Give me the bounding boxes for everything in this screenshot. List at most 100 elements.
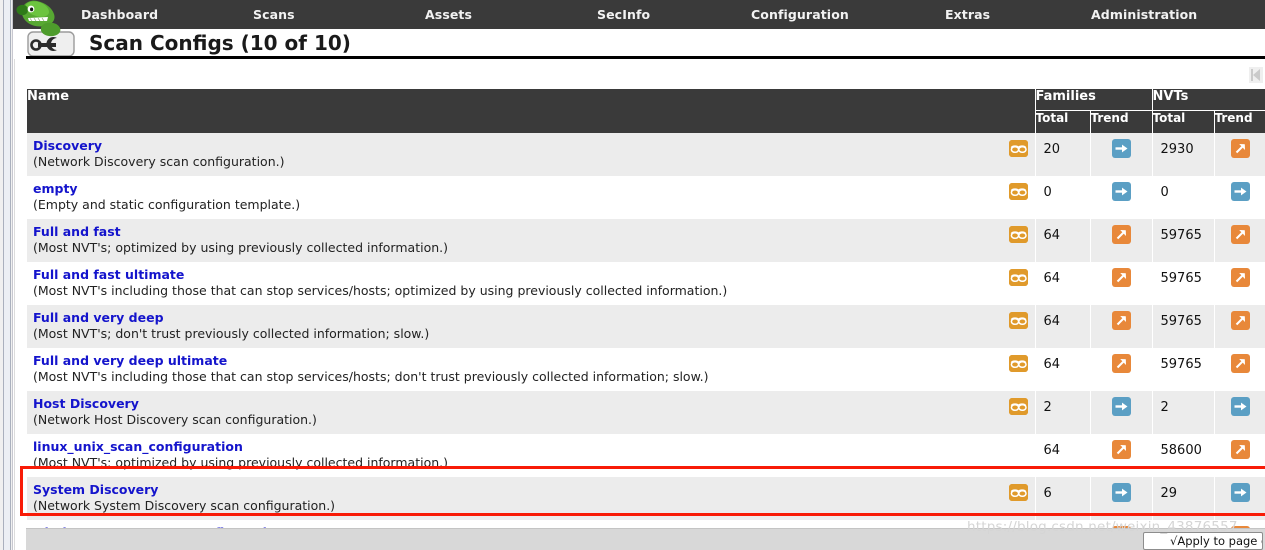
cell-nvts-total: 59765 bbox=[1152, 305, 1215, 348]
trend-up-icon[interactable] bbox=[1230, 440, 1250, 459]
cell-nvts-trend bbox=[1214, 391, 1265, 434]
scan-config-link[interactable]: Host Discovery bbox=[33, 396, 139, 411]
trend-same-icon[interactable] bbox=[1111, 397, 1131, 416]
cell-families-trend bbox=[1090, 176, 1153, 219]
trend-up-icon[interactable] bbox=[1111, 311, 1131, 330]
app-window: Dashboard Scans Assets SecInfo Configuration… bbox=[0, 0, 1265, 550]
trend-up-icon[interactable] bbox=[1111, 225, 1131, 244]
scan-config-link[interactable]: empty bbox=[33, 181, 78, 196]
column-header-families-trend[interactable]: Trend bbox=[1090, 109, 1153, 133]
cell-nvts-total: 59765 bbox=[1152, 348, 1215, 391]
cell-nvts-trend bbox=[1214, 305, 1265, 348]
cell-families-total: 64 bbox=[1035, 305, 1091, 348]
column-header-nvts-trend[interactable]: Trend bbox=[1214, 109, 1265, 133]
trend-up-icon[interactable] bbox=[1230, 268, 1250, 287]
nav-items: Dashboard Scans Assets SecInfo Configuration… bbox=[13, 0, 1265, 29]
nav-item-assets[interactable]: Assets bbox=[425, 0, 472, 29]
nav-item-configuration[interactable]: Configuration bbox=[751, 0, 849, 29]
cell-families-trend bbox=[1090, 434, 1153, 477]
scan-config-description: (Network Host Discovery scan configurati… bbox=[33, 412, 317, 427]
cell-nvts-trend bbox=[1214, 434, 1265, 477]
spectacles-icon bbox=[1008, 484, 1028, 501]
cell-name: Full and fast ultimate (Most NVT's includ… bbox=[27, 262, 1036, 305]
readonly-spectacles-icon[interactable] bbox=[1008, 355, 1028, 372]
nav-item-dashboard[interactable]: Dashboard bbox=[81, 0, 158, 29]
cell-families-total: 6 bbox=[1035, 477, 1091, 520]
cell-families-total: 2 bbox=[1035, 391, 1091, 434]
scan-config-link[interactable]: Discovery bbox=[33, 138, 102, 153]
trend-up-icon[interactable] bbox=[1111, 354, 1131, 373]
scan-config-link[interactable]: Full and fast bbox=[33, 224, 121, 239]
column-header-families-total[interactable]: Total bbox=[1035, 109, 1091, 133]
first-page-icon[interactable] bbox=[1249, 67, 1263, 83]
table-row[interactable]: Full and fast (Most NVT's; optimized by u… bbox=[27, 219, 1265, 262]
scan-config-description: (Most NVT's; optimized by using previous… bbox=[33, 455, 448, 470]
trend-up-icon[interactable] bbox=[1111, 268, 1131, 287]
readonly-spectacles-icon[interactable] bbox=[1008, 484, 1028, 501]
scan-config-link[interactable]: System Discovery bbox=[33, 482, 158, 497]
scan-config-link[interactable]: Full and fast ultimate bbox=[33, 267, 184, 282]
cell-nvts-trend bbox=[1214, 477, 1265, 520]
scan-config-description: (Network System Discovery scan configura… bbox=[33, 498, 336, 513]
header-group-row: Name Families NVTs bbox=[27, 89, 1265, 133]
trend-up-icon[interactable] bbox=[1230, 139, 1250, 158]
trend-same-icon[interactable] bbox=[1111, 483, 1131, 502]
cell-families-trend bbox=[1090, 262, 1153, 305]
apply-to-page-select[interactable]: √Apply to page c bbox=[1143, 532, 1263, 550]
column-header-families: Families bbox=[1035, 89, 1153, 110]
readonly-spectacles-icon[interactable] bbox=[1008, 269, 1028, 286]
scan-config-link[interactable]: linux_unix_scan_configuration bbox=[33, 439, 243, 454]
readonly-spectacles-icon[interactable] bbox=[1008, 398, 1028, 415]
trend-same-icon[interactable] bbox=[1230, 483, 1250, 502]
spectacles-icon bbox=[1008, 140, 1028, 157]
table-row[interactable]: Full and very deep ultimate (Most NVT's i… bbox=[27, 348, 1265, 391]
table-row[interactable]: Full and fast ultimate (Most NVT's includ… bbox=[27, 262, 1265, 305]
table-row[interactable]: Discovery (Network Discovery scan configu… bbox=[27, 133, 1265, 176]
column-header-nvts: NVTs bbox=[1152, 89, 1265, 110]
trend-same-icon[interactable] bbox=[1230, 182, 1250, 201]
cell-nvts-total: 59765 bbox=[1152, 219, 1215, 262]
table-row[interactable]: System Discovery (Network System Discover… bbox=[27, 477, 1265, 520]
scan-config-link[interactable]: Full and very deep ultimate bbox=[33, 353, 227, 368]
cell-families-trend bbox=[1090, 133, 1153, 176]
column-header-nvts-total[interactable]: Total bbox=[1152, 109, 1215, 133]
readonly-spectacles-icon[interactable] bbox=[1008, 312, 1028, 329]
trend-up-icon[interactable] bbox=[1230, 225, 1250, 244]
nav-item-scans[interactable]: Scans bbox=[253, 0, 295, 29]
table-header: Name Families NVTs Total Trend Total Tre… bbox=[27, 89, 1265, 133]
scan-config-description: (Empty and static configuration template… bbox=[33, 197, 301, 212]
cell-name: Full and fast (Most NVT's; optimized by u… bbox=[27, 219, 1036, 262]
scrollbar-track[interactable] bbox=[3, 0, 11, 550]
trend-up-icon[interactable] bbox=[1111, 440, 1131, 459]
trend-same-icon[interactable] bbox=[1111, 139, 1131, 158]
cell-families-total: 64 bbox=[1035, 262, 1091, 305]
greenbone-dragon-logo bbox=[16, 0, 61, 37]
column-header-name[interactable]: Name bbox=[27, 89, 1036, 133]
scan-config-link[interactable]: Full and very deep bbox=[33, 310, 164, 325]
readonly-spectacles-icon[interactable] bbox=[1008, 183, 1028, 200]
table-row[interactable]: Full and very deep (Most NVT's; don't tru… bbox=[27, 305, 1265, 348]
cell-families-trend bbox=[1090, 348, 1153, 391]
nav-item-administration[interactable]: Administration bbox=[1091, 0, 1197, 29]
nav-item-extras[interactable]: Extras bbox=[945, 0, 990, 29]
cell-families-total: 20 bbox=[1035, 133, 1091, 176]
trend-same-icon[interactable] bbox=[1111, 182, 1131, 201]
cell-families-total: 64 bbox=[1035, 219, 1091, 262]
cell-name: Host Discovery (Network Host Discovery sc… bbox=[27, 391, 1036, 434]
table-row[interactable]: empty (Empty and static configuration tem… bbox=[27, 176, 1265, 219]
window-scrollbar[interactable] bbox=[0, 0, 13, 550]
spectacles-icon bbox=[1008, 183, 1028, 200]
cell-name: empty (Empty and static configuration tem… bbox=[27, 176, 1036, 219]
readonly-spectacles-icon[interactable] bbox=[1008, 140, 1028, 157]
trend-up-icon[interactable] bbox=[1230, 311, 1250, 330]
trend-same-icon[interactable] bbox=[1230, 397, 1250, 416]
nav-item-secinfo[interactable]: SecInfo bbox=[597, 0, 650, 29]
readonly-spectacles-icon[interactable] bbox=[1008, 226, 1028, 243]
cell-nvts-trend bbox=[1214, 262, 1265, 305]
cell-nvts-total: 2 bbox=[1152, 391, 1215, 434]
table-row[interactable]: linux_unix_scan_configuration (Most NVT's… bbox=[27, 434, 1265, 477]
table-row[interactable]: Host Discovery (Network Host Discovery sc… bbox=[27, 391, 1265, 434]
trend-up-icon[interactable] bbox=[1230, 354, 1250, 373]
scan-config-description: (Most NVT's; don't trust previously coll… bbox=[33, 326, 430, 341]
cell-families-total: 64 bbox=[1035, 348, 1091, 391]
